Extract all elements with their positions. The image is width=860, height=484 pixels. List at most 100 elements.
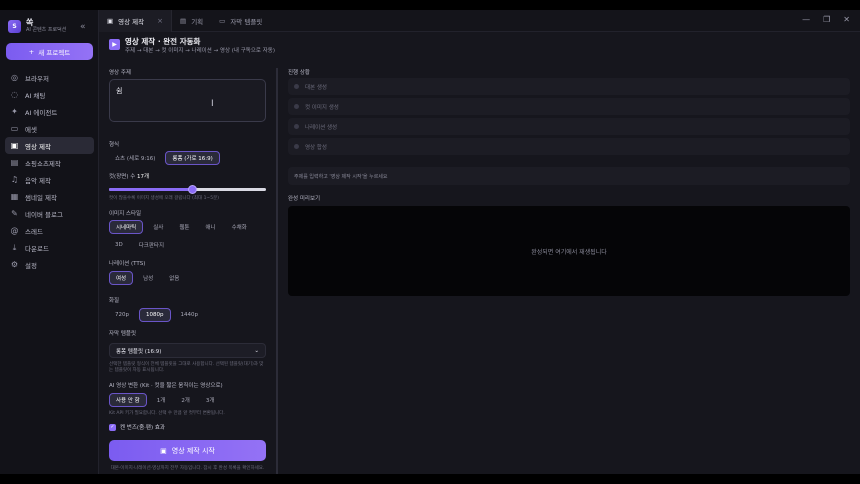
cuts-slider-handle[interactable] xyxy=(188,185,197,194)
sidebar-item[interactable]: ♫ 음악 제작 xyxy=(5,171,94,188)
gear-icon: ⚙ xyxy=(10,260,19,269)
progress-step-label: 컷 이미지 생성 xyxy=(305,104,339,111)
option-chip[interactable]: 웹툰 xyxy=(173,220,195,234)
folder-icon: ▭ xyxy=(10,124,19,133)
sidebar-item-label: 쇼핑쇼츠제작 xyxy=(25,159,61,168)
tab-item[interactable]: ▣ 영상 제작 × xyxy=(99,9,173,32)
page-title: 영상 제작 · 완전 자동화 xyxy=(125,37,201,46)
option-chip[interactable]: 1080p xyxy=(139,308,171,322)
cuts-slider[interactable] xyxy=(109,185,266,194)
sidebar-item[interactable]: ◎ 브라우저 xyxy=(5,69,94,86)
cuts-hint: 컷이 많을수록 이미지 생성에 오래 걸립니다 (최대 1~5분) xyxy=(109,196,219,201)
panel-divider[interactable] xyxy=(276,68,278,474)
status-dot-icon xyxy=(294,124,299,129)
sidebar-item[interactable]: ▭ 에셋 xyxy=(5,120,94,137)
image-style-options: 시네마틱 실사 웹툰 애니 수채화 xyxy=(109,220,253,234)
status-dot-icon xyxy=(294,144,299,149)
format-label: 형식 xyxy=(109,142,120,148)
sidebar-item[interactable]: ▤ 쇼핑쇼츠제작 xyxy=(5,154,94,171)
option-chip[interactable]: 없음 xyxy=(163,271,185,285)
cuts-label: 컷(장면) 수 17개 xyxy=(109,172,149,180)
sidebar-item-label: 영상 제작 xyxy=(25,142,51,151)
option-chip[interactable]: 720p xyxy=(109,308,135,322)
sidebar-nav: ◎ 브라우저 ◌ AI 채팅 ✦ AI 에이전트 ▭ 에셋 ▣ 영상 제작 ▤ 쇼핑쇼츠제작 ♫ 음악 제… xyxy=(5,69,94,273)
brand: S 쏙 AI 콘텐츠 프로덕션 xyxy=(8,18,66,34)
progress-label: 진행 상황 xyxy=(288,70,310,76)
sidebar: S 쏙 AI 콘텐츠 프로덕션 « + 새 프로젝트 ◎ 브라우저 ◌ AI 채팅 ✦ A… xyxy=(0,10,99,474)
app-window: S 쏙 AI 콘텐츠 프로덕션 « + 새 프로젝트 ◎ 브라우저 ◌ AI 채팅 ✦ A… xyxy=(0,9,860,474)
new-project-button[interactable]: + 새 프로젝트 xyxy=(6,43,93,60)
video-preview[interactable]: 완성되면 여기에서 재생됩니다 xyxy=(288,206,850,296)
sidebar-item-label: 에셋 xyxy=(25,125,37,134)
option-chip[interactable]: 쇼츠 (세로 9:16) xyxy=(109,151,161,165)
image-style-options-row2: 3D 다크판타지 xyxy=(109,238,170,252)
start-video-button[interactable]: ▣ 영상 제작 시작 xyxy=(109,440,266,461)
page-header: ▶ 영상 제작 · 완전 자동화 주제 → 대본 → 컷 이미지 → 나레이션 … xyxy=(109,37,275,55)
tab-bar: ▣ 영상 제작 × ▤ 기획 ▭ 자막 템플릿 xyxy=(99,9,860,32)
ai-video-label: AI 영상 변환 (Kit · 컷을 짧은 움직이는 영상으로) xyxy=(109,383,223,389)
option-chip[interactable]: 시네마틱 xyxy=(109,220,144,234)
bottom-note: 대본·이미지·나레이션·영상까지 전부 자동입니다. 잠시 후 완성 목록을 확… xyxy=(110,466,265,471)
option-chip[interactable]: 3개 xyxy=(200,393,221,407)
sidebar-item-label: 스레드 xyxy=(25,227,43,236)
maximize-icon[interactable]: ❐ xyxy=(823,15,830,24)
sidebar-item[interactable]: ⚙ 설정 xyxy=(5,256,94,273)
progress-step: 컷 이미지 생성 xyxy=(288,98,850,115)
kenburns-toggle[interactable]: ✓ 켄 번즈(줌·팬) 효과 xyxy=(109,423,165,431)
brand-subtitle: AI 콘텐츠 프로덕션 xyxy=(26,27,67,33)
main-area: ▣ 영상 제작 × ▤ 기획 ▭ 자막 템플릿 — ❐ ✕ ▶ 영상 제작 · 완전 자동화… xyxy=(99,9,860,474)
sidebar-item[interactable]: ▦ 썸네일 제작 xyxy=(5,188,94,205)
tab-label: 자막 템플릿 xyxy=(230,17,263,26)
tab-item[interactable]: ▭ 자막 템플릿 xyxy=(211,10,270,32)
option-chip[interactable]: 실사 xyxy=(147,220,169,234)
close-window-icon[interactable]: ✕ xyxy=(843,15,850,24)
sidebar-item[interactable]: ⤓ 다운로드 xyxy=(5,239,94,256)
collapse-sidebar-icon[interactable]: « xyxy=(80,22,86,32)
sidebar-item-label: 네이버 블로그 xyxy=(25,210,63,219)
topic-value: 쉼 xyxy=(116,87,123,95)
cuts-label-text: 컷(장면) 수 xyxy=(109,174,136,180)
sidebar-item[interactable]: ◌ AI 채팅 xyxy=(5,86,94,103)
sidebar-item[interactable]: ✎ 네이버 블로그 xyxy=(5,205,94,222)
option-chip[interactable]: 수채화 xyxy=(226,220,253,234)
option-chip[interactable]: 1440p xyxy=(175,308,205,322)
option-chip[interactable]: 1개 xyxy=(151,393,172,407)
sidebar-item-label: 음악 제작 xyxy=(25,176,51,185)
narration-label: 나레이션 (TTS) xyxy=(109,261,146,267)
minimize-icon[interactable]: — xyxy=(802,15,810,24)
shopping-icon: ▤ xyxy=(10,158,19,167)
blog-icon: ✎ xyxy=(11,209,18,218)
status-dot-icon xyxy=(294,84,299,89)
sidebar-item[interactable]: @ 스레드 xyxy=(5,222,94,239)
progress-step-label: 나레이션 생성 xyxy=(305,124,338,131)
sidebar-item[interactable]: ✦ AI 에이전트 xyxy=(5,103,94,120)
subtitle-template-select[interactable]: 롱폼 템플릿 (16:9) ⌄ xyxy=(109,343,266,358)
checkbox-checked-icon[interactable]: ✓ xyxy=(109,423,116,431)
chevron-down-icon: ⌄ xyxy=(254,347,259,354)
format-options: 쇼츠 (세로 9:16) 롱폼 (가로 16:9) xyxy=(109,151,220,165)
option-chip[interactable]: 남성 xyxy=(137,271,159,285)
agent-icon: ✦ xyxy=(11,107,18,116)
download-icon: ⤓ xyxy=(12,242,17,252)
option-chip[interactable]: 다크판타지 xyxy=(133,238,170,252)
chat-icon: ◌ xyxy=(11,90,18,99)
tab-label: 영상 제작 xyxy=(118,17,145,26)
quality-label: 화질 xyxy=(109,298,120,304)
page-subtitle: 주제 → 대본 → 컷 이미지 → 나레이션 → 영상 (내 구독으로 자동) xyxy=(125,48,275,54)
close-tab-icon[interactable]: × xyxy=(157,17,163,25)
option-chip[interactable]: 3D xyxy=(109,238,129,252)
option-chip[interactable]: 애니 xyxy=(200,220,222,234)
sidebar-item-label: 다운로드 xyxy=(25,244,49,253)
option-chip[interactable]: 사용 안 함 xyxy=(109,393,147,407)
tab-item[interactable]: ▤ 기획 xyxy=(172,10,211,32)
progress-step: 나레이션 생성 xyxy=(288,118,850,135)
topic-input[interactable]: 쉼 I xyxy=(109,79,266,122)
option-chip[interactable]: 2개 xyxy=(175,393,196,407)
option-chip[interactable]: 롱폼 (가로 16:9) xyxy=(165,151,220,165)
sidebar-item[interactable]: ▣ 영상 제작 xyxy=(5,137,94,154)
status-dot-icon xyxy=(294,104,299,109)
image-style-label: 이미지 스타일 xyxy=(109,211,142,217)
option-chip[interactable]: 여성 xyxy=(109,271,134,285)
kenburns-label: 켄 번즈(줌·팬) 효과 xyxy=(120,425,165,431)
image-icon: ▦ xyxy=(10,192,19,201)
